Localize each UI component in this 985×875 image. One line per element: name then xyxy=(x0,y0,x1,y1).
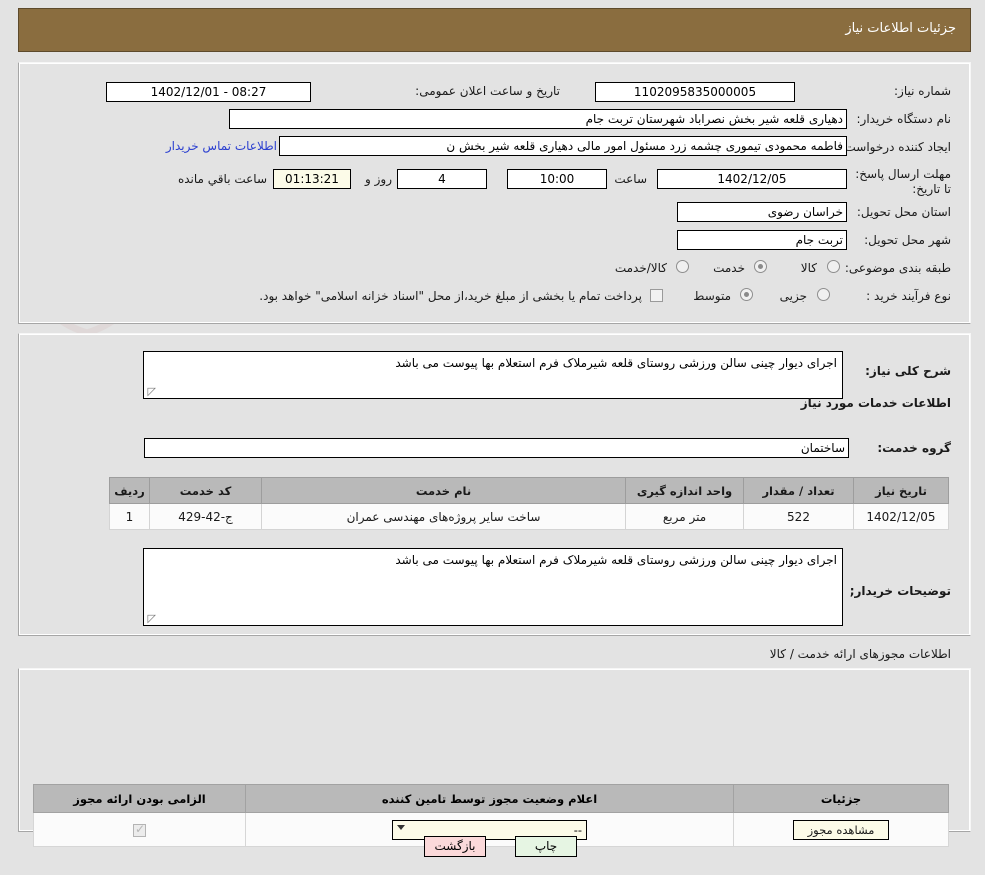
permits-table-row: مشاهده مجوز -- xyxy=(34,813,949,847)
process-label: نوع فرآیند خرید : xyxy=(866,289,951,303)
category-option-label-2: کالا/خدمت xyxy=(615,261,667,275)
services-table-header-row: تاریخ نیاز تعداد / مقدار واحد اندازه گیر… xyxy=(110,478,949,504)
permits-section-title: اطلاعات مجوزهای ارائه خدمت / کالا xyxy=(770,647,951,661)
treasury-bonds-text: پرداخت تمام یا بخشی از مبلغ خرید،از محل … xyxy=(259,289,642,303)
buyer-org-value: دهیاری قلعه شیر بخش نصراباد شهرستان تربت… xyxy=(229,109,847,129)
col-unit: واحد اندازه گیری xyxy=(626,478,744,504)
print-button[interactable]: چاپ xyxy=(515,836,577,857)
days-label: روز و xyxy=(365,172,392,186)
requester-label: ایجاد کننده درخواست: xyxy=(840,140,951,154)
service-group-label: گروه خدمت: xyxy=(877,441,951,455)
general-desc-value: اجرای دیوار چینی سالن ورزشی روستای قلعه … xyxy=(395,356,837,370)
countdown-timer: 01:13:21 xyxy=(273,169,351,189)
public-announce-value: 08:27 - 1402/12/01 xyxy=(106,82,311,102)
category-radio-kala[interactable] xyxy=(827,260,840,273)
view-permit-button[interactable]: مشاهده مجوز xyxy=(793,820,890,840)
province-label: استان محل تحویل: xyxy=(857,205,951,219)
col-service-code: کد خدمت xyxy=(150,478,262,504)
permit-required-checkbox xyxy=(133,824,146,837)
buyer-notes-textarea[interactable]: اجرای دیوار چینی سالن ورزشی روستای قلعه … xyxy=(143,548,843,626)
time-label: ساعت xyxy=(614,172,647,186)
city-value: تربت جام xyxy=(677,230,847,250)
city-label: شهر محل تحویل: xyxy=(864,233,951,247)
col-row-no: ردیف xyxy=(110,478,150,504)
permit-status-selected-value: -- xyxy=(574,823,582,837)
buyer-org-label: نام دستگاه خریدار: xyxy=(857,112,952,126)
cell-row-no: 1 xyxy=(110,504,150,530)
category-radio-khedmat[interactable] xyxy=(754,260,767,273)
deadline-time-value: 10:00 xyxy=(507,169,607,189)
process-option-label-1: متوسط xyxy=(693,289,731,303)
requester-value: فاطمه محمودی تیموری چشمه زرد مسئول امور … xyxy=(279,136,847,156)
process-radio-motevaset[interactable] xyxy=(740,288,753,301)
cell-permit-required xyxy=(34,813,246,847)
col-permit-details: جزئیات xyxy=(734,785,949,813)
remaining-days-value: 4 xyxy=(397,169,487,189)
services-section-title: اطلاعات خدمات مورد نیاز xyxy=(801,396,951,410)
buyer-notes-label: توضیحات خریدار; xyxy=(850,584,951,598)
permits-table-header-row: جزئیات اعلام وضعیت مجوز توسط تامین کننده… xyxy=(34,785,949,813)
permits-table: جزئیات اعلام وضعیت مجوز توسط تامین کننده… xyxy=(33,784,949,847)
service-group-value: ساختمان xyxy=(144,438,849,458)
deadline-label: مهلت ارسال پاسخ: تا تاریخ: xyxy=(851,167,951,197)
category-radio-kala-khedmat[interactable] xyxy=(676,260,689,273)
category-option-label-1: خدمت xyxy=(713,261,745,275)
cell-unit: متر مربع xyxy=(626,504,744,530)
col-service-name: نام خدمت xyxy=(262,478,626,504)
col-need-date: تاریخ نیاز xyxy=(854,478,949,504)
cell-service-name: ساخت سایر پروژه‌های مهندسی عمران xyxy=(262,504,626,530)
col-permit-status: اعلام وضعیت مجوز توسط تامین کننده xyxy=(246,785,734,813)
category-option-label-0: کالا xyxy=(801,261,817,275)
resize-grip-icon: ◸ xyxy=(146,387,156,397)
province-value: خراسان رضوی xyxy=(677,202,847,222)
process-option-label-0: جزیی xyxy=(780,289,807,303)
back-button[interactable]: بازگشت xyxy=(424,836,486,857)
deadline-date-value: 1402/12/05 xyxy=(657,169,847,189)
general-desc-label: شرح کلی نیاز: xyxy=(865,364,951,378)
remaining-hours-label: ساعت باقي مانده xyxy=(178,172,267,186)
col-permit-required: الزامی بودن ارائه مجوز xyxy=(34,785,246,813)
chevron-down-icon xyxy=(397,825,405,830)
col-quantity: تعداد / مقدار xyxy=(744,478,854,504)
cell-quantity: 522 xyxy=(744,504,854,530)
public-announce-label: تاریخ و ساعت اعلان عمومی: xyxy=(415,84,560,98)
cell-service-code: ج-42-429 xyxy=(150,504,262,530)
process-radio-jozii[interactable] xyxy=(817,288,830,301)
need-number-label: شماره نیاز: xyxy=(801,84,951,98)
page-title: جزئیات اطلاعات نیاز xyxy=(845,21,956,36)
table-row: 1402/12/05 522 متر مربع ساخت سایر پروژه‌… xyxy=(110,504,949,530)
services-table: تاریخ نیاز تعداد / مقدار واحد اندازه گیر… xyxy=(109,477,949,530)
buyer-contact-link[interactable]: اطلاعات تماس خریدار xyxy=(166,139,277,153)
buyer-notes-value: اجرای دیوار چینی سالن ورزشی روستای قلعه … xyxy=(395,553,837,567)
cell-permit-status: -- xyxy=(246,813,734,847)
need-number-value: 1102095835000005 xyxy=(595,82,795,102)
page-header: جزئیات اطلاعات نیاز xyxy=(18,8,971,52)
cell-need-date: 1402/12/05 xyxy=(854,504,949,530)
resize-grip-icon-2: ◸ xyxy=(146,614,156,624)
general-desc-textarea[interactable]: اجرای دیوار چینی سالن ورزشی روستای قلعه … xyxy=(143,351,843,399)
page-root: AriaTender.net جزئیات اطلاعات نیاز شماره… xyxy=(0,0,985,875)
cell-permit-details: مشاهده مجوز xyxy=(734,813,949,847)
category-label: طبقه بندی موضوعی: xyxy=(845,261,951,275)
treasury-bonds-checkbox[interactable] xyxy=(650,289,663,302)
